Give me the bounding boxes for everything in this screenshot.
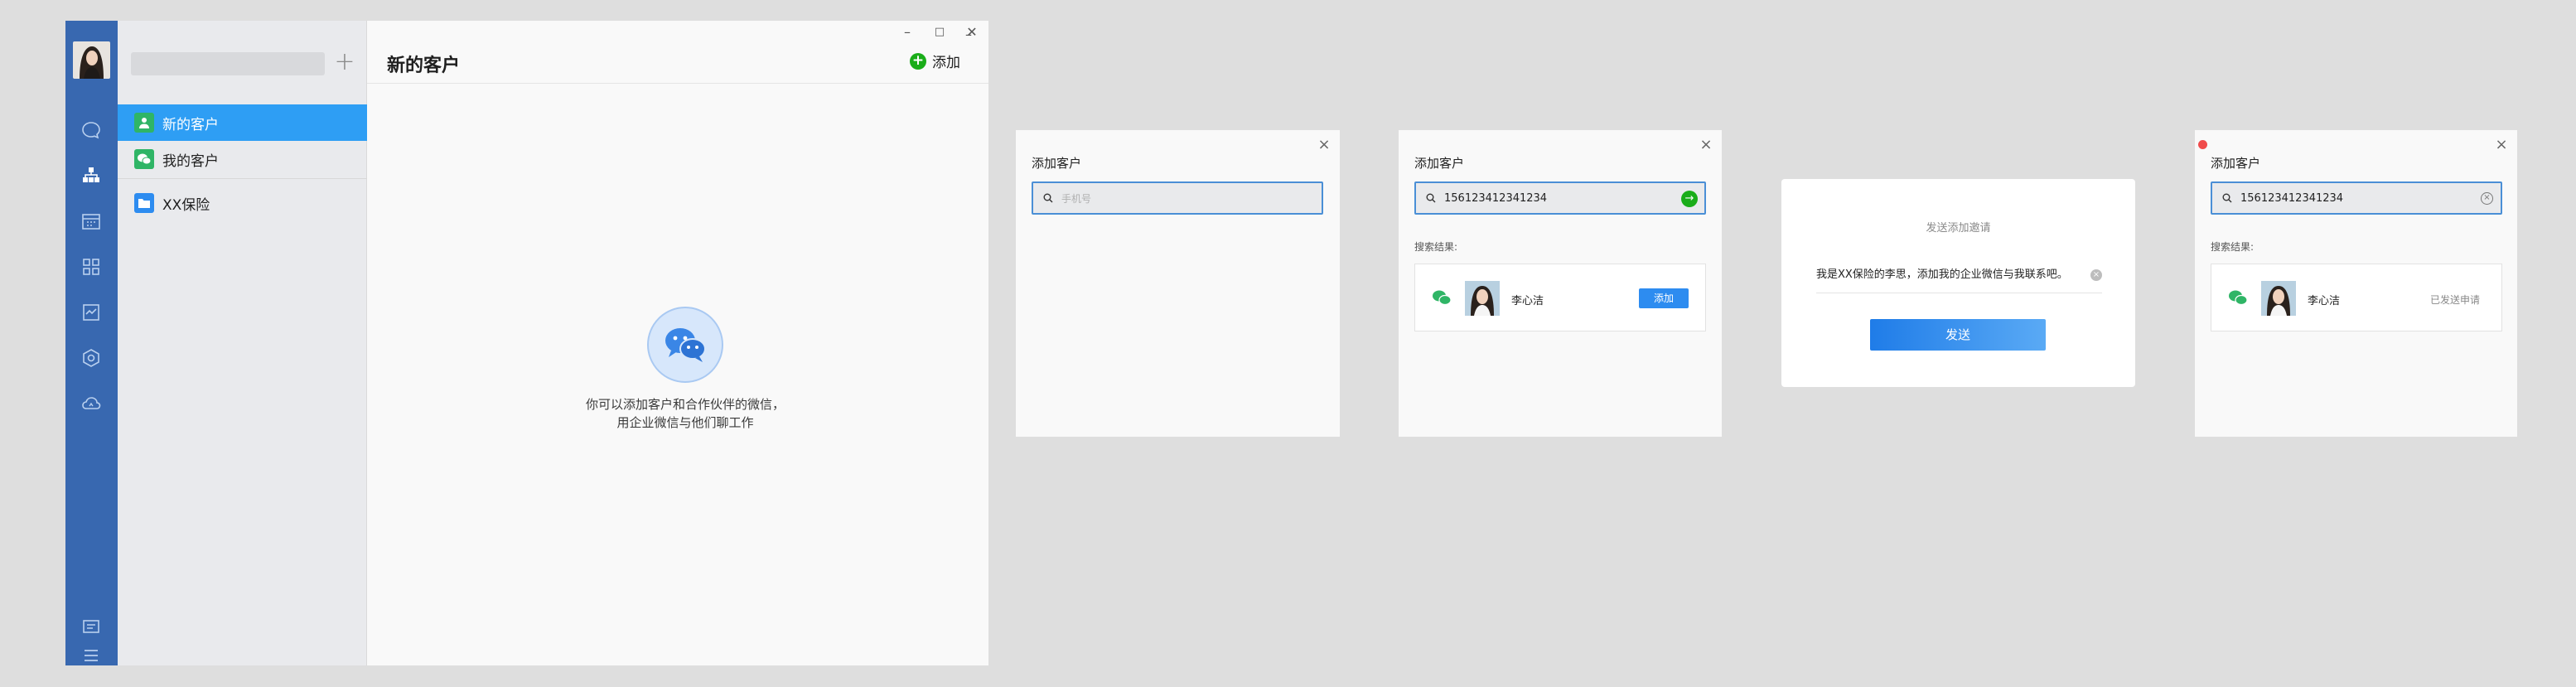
close-icon[interactable]: × <box>1317 138 1331 152</box>
add-customer-panel-sent: × 添加客户 156123412341234 × 搜索结果: 李心洁 已发送申请 <box>2195 130 2517 437</box>
contact-name: 李心洁 <box>2308 295 2341 307</box>
result-card: 李心洁 已发送申请 <box>2211 264 2502 331</box>
person-icon <box>134 113 154 133</box>
clear-icon[interactable]: × <box>2481 192 2493 205</box>
workspace-icon[interactable] <box>80 301 103 324</box>
maximize-button[interactable]: □ <box>931 24 948 41</box>
contact-name: 李心洁 <box>1511 295 1544 307</box>
wechat-icon <box>2229 290 2248 306</box>
search-placeholder: 手机号 <box>1061 192 1092 205</box>
invite-message: 我是XX保险的李思，添加我的企业微信与我联系吧。 <box>1816 269 2068 281</box>
sidebar-item-label: 我的客户 <box>162 152 219 170</box>
main-window: + 新的客户 我的客户 XX保险 – 新的客户 + 添加 你可以添加客户和合作伙… <box>65 21 988 665</box>
minimize-button[interactable]: – <box>899 24 916 41</box>
close-dot-icon[interactable] <box>2198 140 2207 149</box>
empty-hint: 你可以添加客户和合作伙伴的微信， 用企业微信与他们聊工作 <box>533 395 838 432</box>
note-icon[interactable] <box>80 615 103 638</box>
phone-search-input[interactable]: 156123412341234 × <box>2211 181 2502 215</box>
result-label: 搜索结果: <box>1414 241 1458 253</box>
contacts-icon[interactable] <box>80 164 103 187</box>
send-invite-dialog: 发送添加邀请 我是XX保险的李思，添加我的企业微信与我联系吧。 × 发送 <box>1781 179 2135 387</box>
phone-search-input[interactable]: 156123412341234 → <box>1414 181 1706 215</box>
search-icon <box>1043 193 1053 203</box>
sidebar: + 新的客户 我的客户 XX保险 <box>118 21 367 665</box>
result-label: 搜索结果: <box>2211 241 2255 253</box>
close-icon[interactable]: × <box>1699 138 1713 152</box>
wechat-icon <box>134 149 154 169</box>
hint-line-1: 你可以添加客户和合作伙伴的微信， <box>585 397 785 412</box>
sidebar-item-xx-insurance[interactable]: XX保险 <box>118 185 367 221</box>
search-value: 156123412341234 <box>1444 191 1548 205</box>
close-button[interactable]: ✕ <box>964 24 980 41</box>
avatar <box>1465 281 1500 316</box>
sent-status: 已发送申请 <box>2430 294 2481 306</box>
panel-title: 添加客户 <box>2211 156 2261 171</box>
invite-message-input[interactable]: 我是XX保险的李思，添加我的企业微信与我联系吧。 × <box>1816 267 2102 293</box>
nav-rail <box>65 21 118 665</box>
sidebar-item-new-customers[interactable]: 新的客户 <box>118 104 367 141</box>
wechat-bubbles-icon <box>647 307 723 383</box>
send-button[interactable]: 发送 <box>1870 319 2046 351</box>
result-card: 李心洁 添加 <box>1414 264 1706 331</box>
plus-icon: + <box>910 52 926 70</box>
search-icon <box>1426 193 1436 203</box>
sidebar-item-label: 新的客户 <box>162 116 219 133</box>
sidebar-item-label: XX保险 <box>162 196 210 214</box>
avatar <box>2261 281 2296 316</box>
panel-title: 添加客户 <box>1032 156 1082 171</box>
go-arrow-icon[interactable]: → <box>1681 191 1698 207</box>
add-customer-panel-result: × 添加客户 156123412341234 → 搜索结果: 李心洁 添加 <box>1399 130 1722 437</box>
calendar-icon[interactable] <box>80 210 103 233</box>
divider <box>118 178 367 179</box>
page-title: 新的客户 <box>387 56 461 76</box>
menu-icon[interactable] <box>80 644 103 667</box>
hint-line-2: 用企业微信与他们聊工作 <box>616 415 754 430</box>
sidebar-item-my-customers[interactable]: 我的客户 <box>118 141 367 177</box>
phone-search-input[interactable]: 手机号 <box>1032 181 1323 215</box>
chat-icon[interactable] <box>80 119 103 142</box>
search-icon <box>2222 193 2232 203</box>
main-panel: – 新的客户 + 添加 你可以添加客户和合作伙伴的微信， 用企业微信与他们聊工作 <box>367 21 988 665</box>
close-icon[interactable]: × <box>2494 138 2509 152</box>
clear-icon[interactable]: × <box>2090 269 2102 281</box>
add-customer-panel-empty: × 添加客户 手机号 <box>1016 130 1340 437</box>
folder-icon <box>134 193 154 213</box>
avatar[interactable] <box>73 41 110 79</box>
search-value: 156123412341234 <box>2240 191 2344 205</box>
apps-icon[interactable] <box>80 255 103 278</box>
add-label: 添加 <box>932 55 960 71</box>
cloud-icon[interactable] <box>80 392 103 415</box>
dialog-title: 发送添加邀请 <box>1926 222 1991 235</box>
add-button[interactable]: + 添加 <box>910 51 960 71</box>
plus-button[interactable]: + <box>331 50 358 76</box>
add-button[interactable]: 添加 <box>1639 288 1689 308</box>
panel-title: 添加客户 <box>1414 156 1465 171</box>
cube-icon[interactable] <box>80 346 103 370</box>
search-input[interactable] <box>131 52 325 75</box>
wechat-icon <box>1433 290 1452 306</box>
header: 新的客户 + 添加 <box>367 21 988 84</box>
